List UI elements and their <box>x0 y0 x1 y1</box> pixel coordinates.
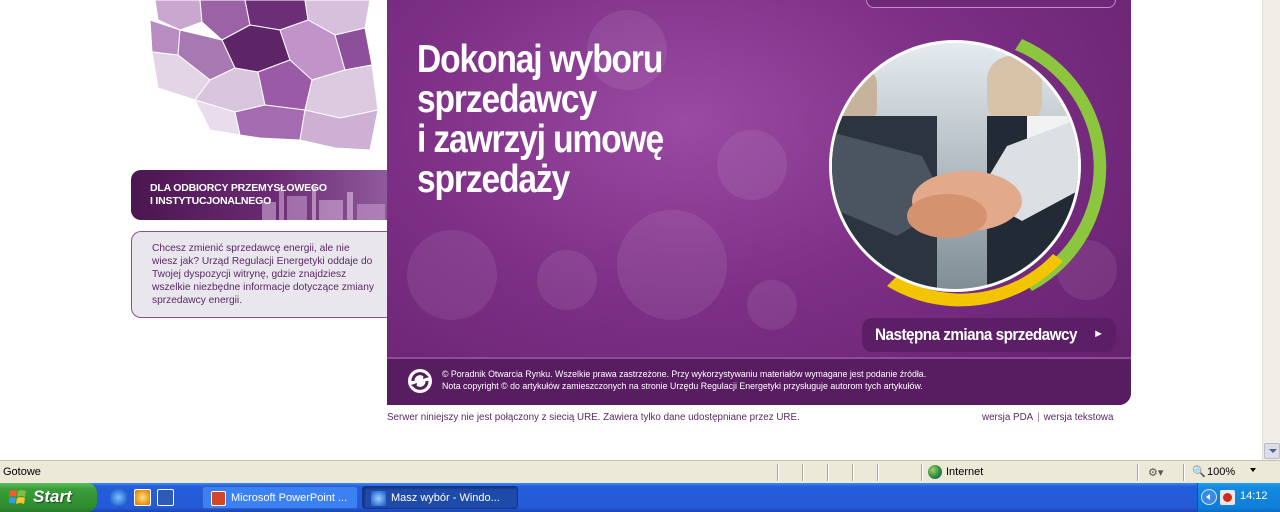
clock-quicklaunch-icon[interactable] <box>134 489 151 506</box>
hero-banner: Dokonaj wyboru sprzedawcy i zawrzyj umow… <box>387 0 1131 405</box>
next-seller-change-label: Następna zmiana sprzedawcy <box>875 325 1077 344</box>
map-region[interactable] <box>234 104 306 141</box>
scroll-down-button[interactable] <box>1264 443 1280 459</box>
footer-links: wersja PDA | wersja tekstowa <box>982 412 1113 423</box>
windows-logo-icon <box>9 490 26 504</box>
clock[interactable]: 14:12 <box>1240 490 1268 502</box>
server-note: Serwer niniejszy nie jest połączony z si… <box>387 412 800 423</box>
security-zone-label: Internet <box>946 466 984 478</box>
info-box: Chcesz zmienić sprzedawcę energii, ale n… <box>131 231 387 318</box>
industrial-customer-banner[interactable]: DLA ODBIORCY PRZEMYSŁOWEGO I INSTYTUCJON… <box>131 170 387 220</box>
link-separator: | <box>1037 412 1040 423</box>
powerpoint-icon <box>211 491 226 506</box>
status-text: Gotowe <box>3 466 41 478</box>
browser-status-bar: Gotowe Internet ⚙▾ 🔍 100% <box>0 460 1280 483</box>
arrow-right-icon: ► <box>1093 328 1104 340</box>
zoom-level[interactable]: 100% <box>1207 466 1235 478</box>
pda-version-link[interactable]: wersja PDA <box>982 412 1033 423</box>
vertical-scrollbar[interactable] <box>1262 0 1280 460</box>
zoom-dropdown-icon[interactable] <box>1250 468 1256 472</box>
start-label: Start <box>33 487 72 506</box>
taskbar-item-powerpoint[interactable]: Microsoft PowerPoint ... <box>202 486 358 509</box>
browser-viewport: DLA ODBIORCY PRZEMYSŁOWEGO I INSTYTUCJON… <box>0 0 1262 460</box>
next-seller-change-button[interactable]: Następna zmiana sprzedawcy ► <box>862 318 1116 352</box>
poland-region-map[interactable] <box>140 0 390 155</box>
windows-taskbar: Start Microsoft PowerPoint ... Masz wybó… <box>0 483 1280 512</box>
hero-top-tab <box>866 0 1116 8</box>
popup-blocker-icon[interactable]: ⚙▾ <box>1148 466 1163 479</box>
hero-footer: © Poradnik Otwarcia Rynku. Wszelkie praw… <box>387 357 1131 405</box>
taskbar-item-label: Masz wybór - Windo... <box>391 492 500 504</box>
recycle-arrows-icon <box>408 369 432 393</box>
internet-explorer-icon <box>371 491 386 506</box>
system-tray: 14:12 <box>1197 483 1280 512</box>
start-button[interactable]: Start <box>0 483 97 512</box>
internet-explorer-quicklaunch-icon[interactable] <box>110 489 127 506</box>
industrial-banner-label: DLA ODBIORCY PRZEMYSŁOWEGO I INSTYTUCJON… <box>150 182 327 207</box>
tray-app-icon[interactable] <box>1220 490 1235 505</box>
hero-title: Dokonaj wyboru sprzedawcy i zawrzyj umow… <box>417 38 664 201</box>
show-hidden-icons-button[interactable] <box>1201 489 1217 505</box>
handshake-photo <box>829 39 1107 307</box>
taskbar-item-label: Microsoft PowerPoint ... <box>231 492 348 504</box>
info-text: Chcesz zmienić sprzedawcę energii, ale n… <box>152 243 374 306</box>
word-quicklaunch-icon[interactable] <box>157 489 174 506</box>
copyright-text: © Poradnik Otwarcia Rynku. Wszelkie praw… <box>442 369 927 391</box>
taskbar-item-internet-explorer[interactable]: Masz wybór - Windo... <box>362 486 518 509</box>
zoom-magnifier-icon[interactable]: 🔍 <box>1192 465 1206 478</box>
internet-zone-globe-icon <box>928 465 942 479</box>
text-version-link[interactable]: wersja tekstowa <box>1044 412 1114 423</box>
